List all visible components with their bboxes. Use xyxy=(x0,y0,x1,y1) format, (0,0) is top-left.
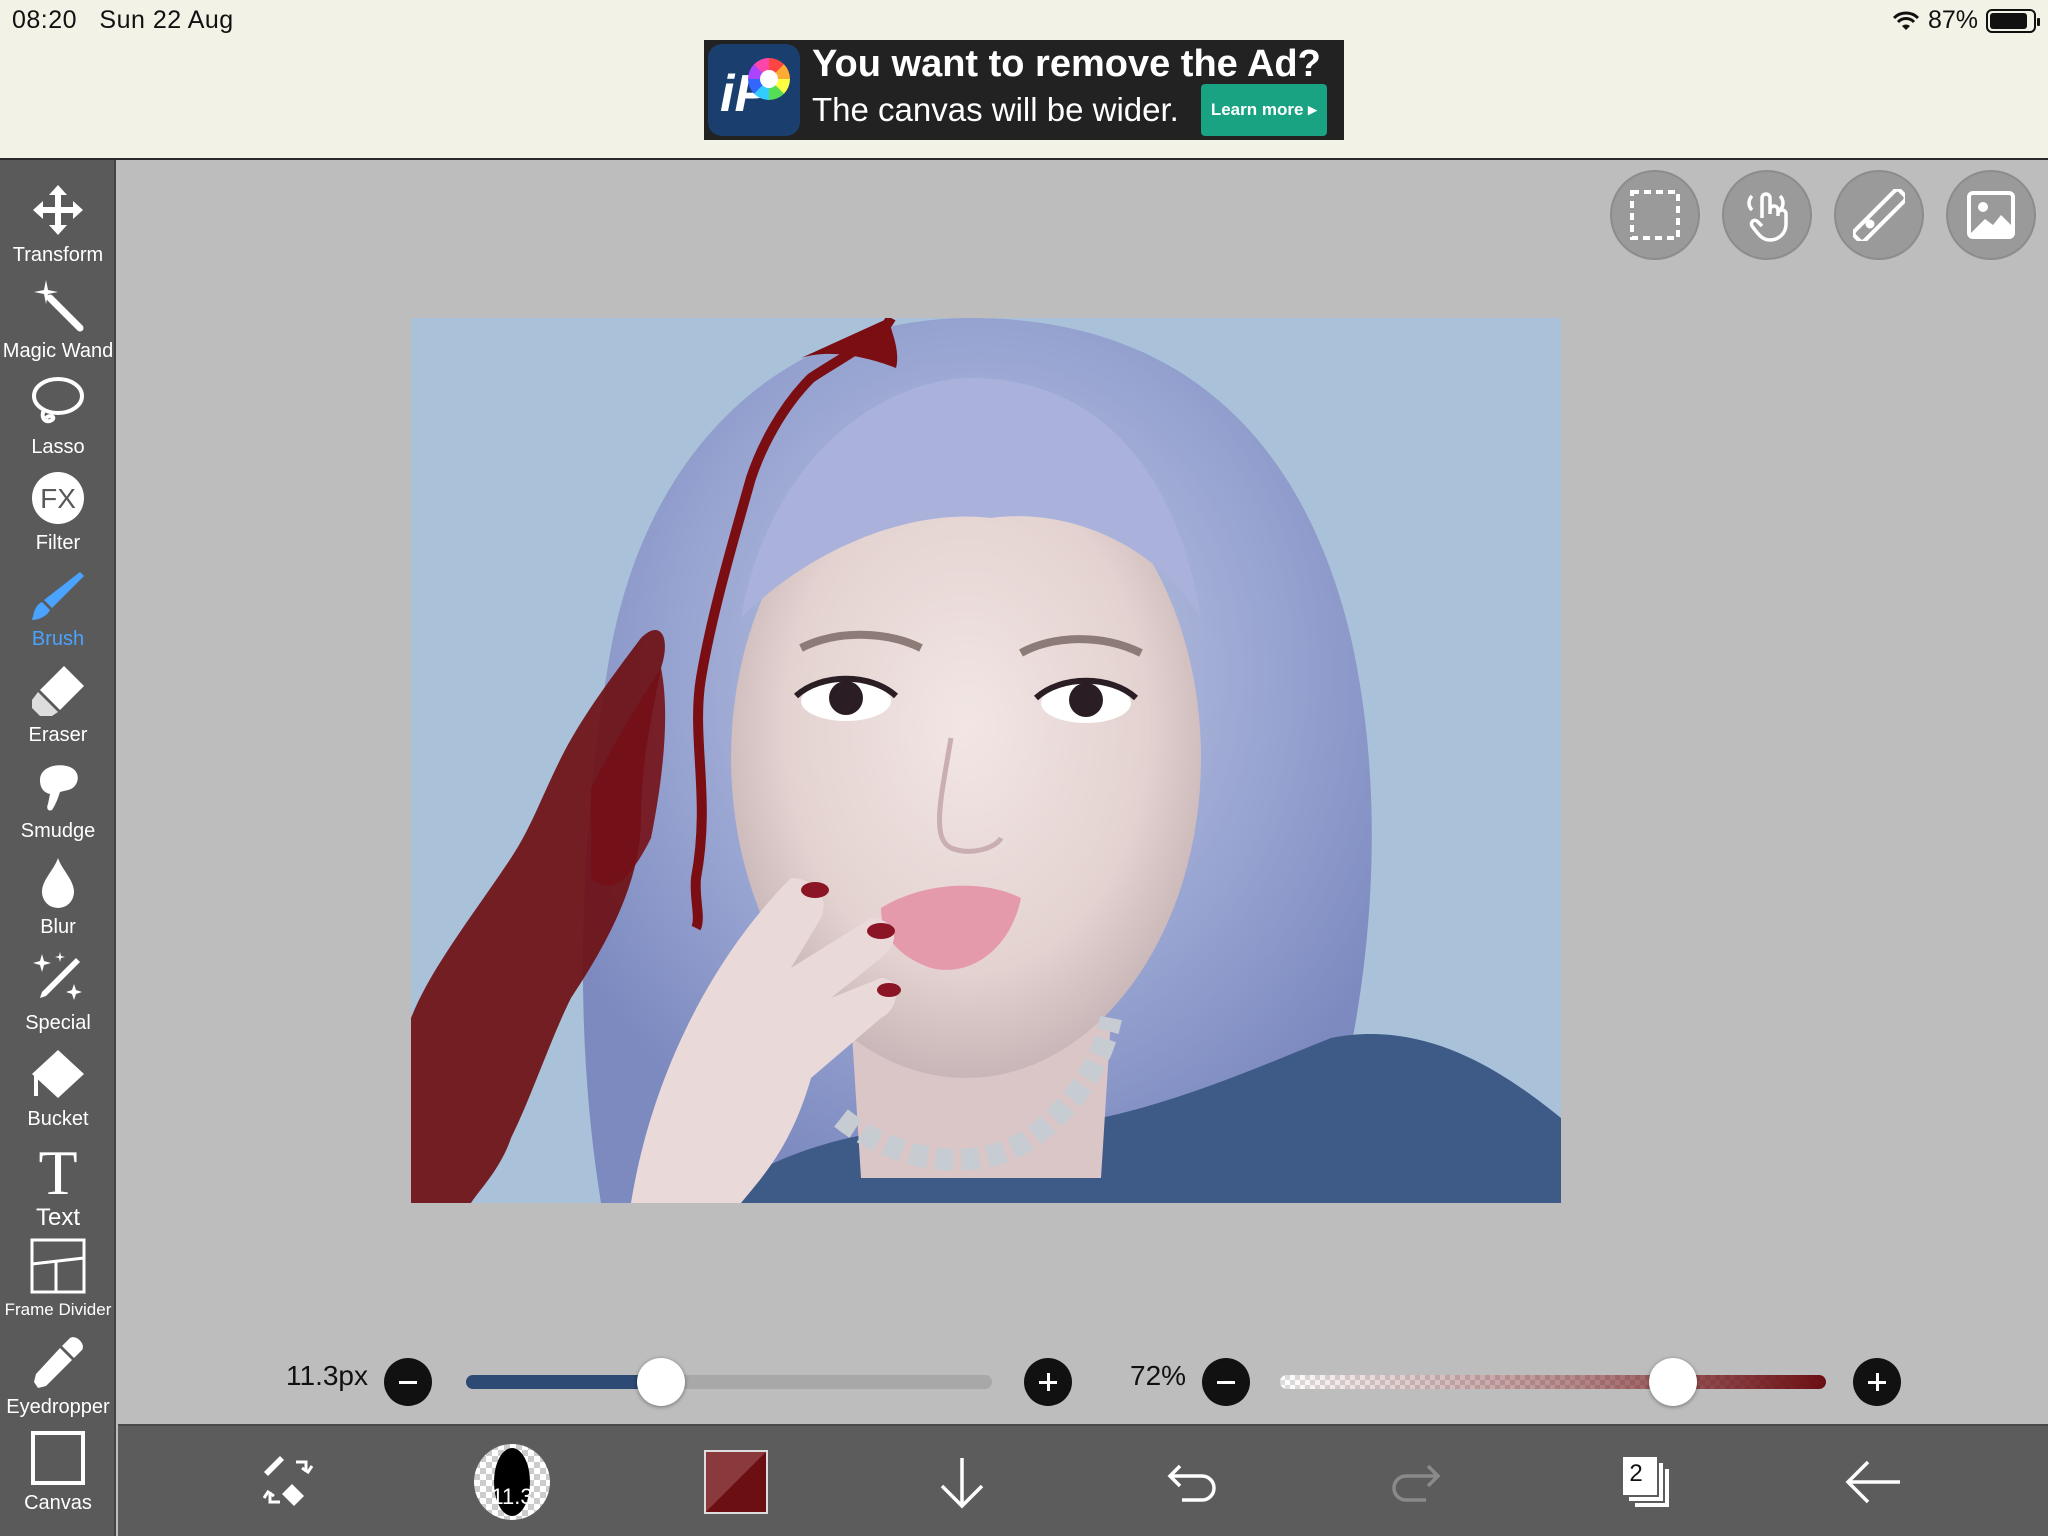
arrow-down-icon xyxy=(940,1458,984,1509)
top-bar: 08:20 Sun 22 Aug 87% iP You want to remo… xyxy=(0,0,2048,160)
tool-eraser[interactable]: Eraser xyxy=(0,660,116,756)
canvas-artwork xyxy=(411,318,1561,1203)
reference-image-icon xyxy=(1967,191,2015,239)
canvas-square-icon xyxy=(28,1428,88,1488)
opacity-value: 72% xyxy=(1130,1360,1187,1391)
text-t-icon: T xyxy=(28,1140,88,1200)
download-button[interactable] xyxy=(926,1446,998,1518)
tool-frame-divider[interactable]: Frame Divider xyxy=(0,1236,116,1332)
brush-size-slider-handle[interactable] xyxy=(636,1358,685,1406)
eraser-icon xyxy=(28,660,88,720)
brush-size-slider-fill xyxy=(466,1375,661,1389)
frame-divider-icon xyxy=(28,1236,88,1296)
status-time: 08:20 Sun 22 Aug xyxy=(12,6,234,34)
status-right: 87% xyxy=(1892,6,2040,35)
tool-canvas[interactable]: Canvas xyxy=(0,1428,116,1524)
brush-size-decrease-button[interactable] xyxy=(384,1358,432,1406)
ibispaint-logo-icon: iP xyxy=(708,44,800,136)
redo-icon xyxy=(1392,1464,1441,1502)
gesture-hand-icon xyxy=(1747,192,1788,242)
brush-size-slider[interactable] xyxy=(466,1375,992,1389)
drawing-canvas[interactable] xyxy=(411,318,1561,1203)
svg-text:FX: FX xyxy=(40,483,76,514)
opacity-decrease-button[interactable] xyxy=(1202,1358,1250,1406)
plus-icon xyxy=(1039,1373,1057,1391)
tool-blur[interactable]: Blur xyxy=(0,852,116,948)
brush-size-value: 11.3px xyxy=(286,1360,368,1391)
svg-text:T: T xyxy=(38,1140,77,1200)
arrow-left-icon xyxy=(1845,1460,1900,1504)
layers-button[interactable]: 2 xyxy=(1610,1446,1682,1518)
brush-preview-button[interactable]: 11.3 xyxy=(474,1444,550,1520)
fx-icon: FX xyxy=(28,468,88,528)
opacity-increase-button[interactable] xyxy=(1853,1358,1901,1406)
tool-text[interactable]: T Text xyxy=(0,1140,116,1236)
drop-icon xyxy=(28,852,88,912)
brush-eraser-toggle-button[interactable] xyxy=(252,1446,324,1518)
learn-more-button[interactable]: Learn more ▸ xyxy=(1200,84,1327,136)
opacity-slider[interactable] xyxy=(1280,1375,1826,1389)
minus-icon xyxy=(1217,1381,1235,1384)
reference-image-button[interactable] xyxy=(1946,170,2036,260)
tool-filter[interactable]: FX Filter xyxy=(0,468,116,564)
current-color-swatch xyxy=(706,1452,766,1512)
brush-icon xyxy=(28,564,88,624)
tool-transform[interactable]: Transform xyxy=(0,180,116,276)
lasso-icon xyxy=(28,372,88,432)
bottom-toolbar: 11.3 2 xyxy=(118,1424,2048,1536)
minus-icon xyxy=(399,1381,417,1384)
eyedropper-icon xyxy=(28,1332,88,1392)
tool-magic-wand[interactable]: Magic Wand xyxy=(0,276,116,372)
layer-count: 2 xyxy=(1629,1460,1643,1487)
tool-brush[interactable]: Brush xyxy=(0,564,116,660)
brush-preview-size: 11.3 xyxy=(491,1484,533,1509)
back-button[interactable] xyxy=(1838,1446,1910,1518)
ruler-button[interactable] xyxy=(1834,170,1924,260)
tool-special[interactable]: Special xyxy=(0,948,116,1044)
ad-banner[interactable]: iP You want to remove the Ad? The canvas… xyxy=(704,40,1344,140)
plus-icon xyxy=(1868,1373,1886,1391)
magic-wand-icon xyxy=(28,276,88,336)
opacity-slider-handle[interactable] xyxy=(1649,1358,1698,1406)
ad-title: You want to remove the Ad? xyxy=(812,43,1321,85)
battery-icon xyxy=(1986,8,2040,33)
smudge-icon xyxy=(28,756,88,816)
undo-button[interactable] xyxy=(1154,1446,1226,1518)
tool-eyedropper[interactable]: Eyedropper xyxy=(0,1332,116,1428)
swap-brush-eraser-icon xyxy=(262,1456,314,1506)
wifi-icon xyxy=(1892,11,1920,30)
gesture-button[interactable] xyxy=(1722,170,1812,260)
ruler-icon xyxy=(1853,189,1905,241)
ad-subtitle: The canvas will be wider. Learn more ▸ xyxy=(812,84,1327,136)
selection-button[interactable] xyxy=(1610,170,1700,260)
bucket-icon xyxy=(28,1044,88,1104)
undo-icon xyxy=(1167,1464,1216,1502)
selection-icon xyxy=(1630,190,1680,240)
redo-button[interactable] xyxy=(1382,1446,1454,1518)
tool-sidebar: Transform Magic Wand Lasso FX Filter Bru… xyxy=(0,160,116,1536)
color-swatch-button[interactable] xyxy=(704,1450,768,1514)
move-arrows-icon xyxy=(28,180,88,240)
battery-percent: 87% xyxy=(1927,6,1978,34)
tool-lasso[interactable]: Lasso xyxy=(0,372,116,468)
sparkle-pen-icon xyxy=(28,948,88,1008)
brush-size-increase-button[interactable] xyxy=(1024,1358,1072,1406)
tool-bucket[interactable]: Bucket xyxy=(0,1044,116,1140)
tool-smudge[interactable]: Smudge xyxy=(0,756,116,852)
